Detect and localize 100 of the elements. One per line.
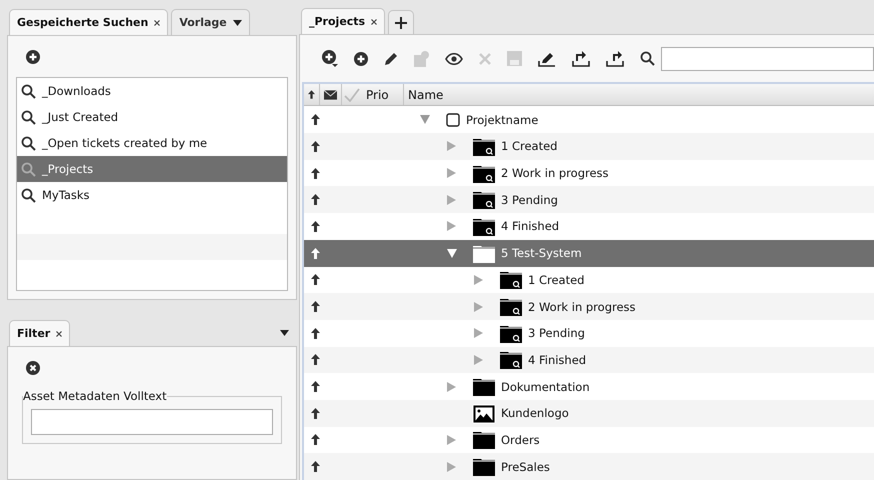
arrow-up-icon [310,248,320,259]
export-icon[interactable] [606,50,624,67]
arrow-up-icon [310,274,320,286]
saved-search-item[interactable]: _Downloads [17,78,287,104]
dropdown-caret-icon[interactable] [280,330,289,336]
close-icon[interactable] [56,330,62,336]
folder-search-icon [473,136,495,156]
tree-item-label: 1 Created [528,272,584,287]
tree-item-label: 4 Finished [528,352,586,367]
new-tab-button[interactable] [388,10,414,34]
expand-triangle-icon[interactable] [447,248,457,258]
save-icon[interactable] [507,51,522,66]
tree-row[interactable]: 3 Pending [304,186,874,214]
expand-triangle-icon[interactable] [420,115,430,124]
tree-row[interactable]: Kundenlogo [304,400,874,427]
collapse-triangle-icon[interactable] [474,354,483,365]
eye-icon[interactable] [445,52,463,65]
collapse-triangle-icon[interactable] [447,462,456,472]
plus-icon [395,16,408,29]
add-menu-icon[interactable] [322,50,338,68]
collapse-triangle-icon[interactable] [474,302,483,312]
search-icon [640,51,655,66]
edit-icon[interactable] [538,50,556,67]
panel-tab[interactable]: Gespeicherte Suchen [9,9,168,35]
saved-search-item[interactable]: MyTasks [17,182,287,208]
tree-item-label: 5 Test-System [501,246,582,260]
add-icon[interactable] [354,52,368,66]
tree-item-label: Kundenlogo [501,406,569,420]
column-header[interactable]: Prio [362,84,404,106]
tree-item-label: PreSales [501,460,550,474]
document-tab[interactable]: _Projects [301,8,386,34]
tree-row[interactable]: Orders [304,426,874,454]
folder-search-icon [473,190,495,210]
arrow-up-icon [310,328,320,339]
folder-search-icon [500,270,522,290]
folder-search-icon [473,216,495,236]
collapse-triangle-icon[interactable] [447,141,456,152]
dropdown-caret-icon[interactable] [232,20,242,26]
folder-icon [473,430,495,450]
tree-item-label: Orders [501,432,540,447]
tree-item-label: 4 Finished [501,219,560,234]
arrow-up-icon [310,168,320,179]
remove-icon[interactable] [26,361,40,375]
fulltext-input-field[interactable] [31,409,273,435]
arrow-up-icon [310,194,320,206]
collapse-triangle-icon[interactable] [447,434,456,445]
tree-item-label: 3 Pending [528,326,585,340]
collapse-triangle-icon[interactable] [474,274,483,285]
search-icon [21,136,36,151]
tree-item-label: 3 Pending [501,192,558,207]
collapse-triangle-icon[interactable] [447,382,456,392]
add-icon[interactable] [26,50,40,64]
arrow-up-icon [310,301,320,312]
pencil-icon[interactable] [384,52,398,66]
collapse-triangle-icon[interactable] [474,328,483,338]
folder-search-icon [500,324,522,343]
folder-icon [473,377,495,396]
close-icon[interactable] [371,18,378,25]
import-icon[interactable] [572,50,590,67]
fieldset-label: Asset Metadaten Volltext [23,389,167,403]
panel-tab[interactable]: Vorlage [171,9,250,35]
tree-row[interactable]: 2 Work in progress [304,293,874,320]
column-header[interactable]: Name [404,84,874,106]
arrow-up-icon [310,114,320,126]
delete-icon[interactable] [479,52,491,65]
tree-row[interactable]: 4 Finished [304,346,874,374]
search-icon [21,84,36,99]
folder-search-icon [500,297,522,316]
search-icon [21,162,36,177]
folder-icon [473,244,495,263]
saved-search-item[interactable]: _Open tickets created by me [17,130,287,156]
tree-item-label: 2 Work in progress [501,166,609,180]
arrow-up-icon [308,89,315,100]
tree-row[interactable]: 1 Created [304,133,874,160]
arrow-up-icon [310,408,320,419]
search-icon [21,188,36,203]
arrow-up-icon [310,220,320,232]
checkbox-icon [446,112,460,127]
collapse-triangle-icon[interactable] [447,194,456,205]
arrow-up-icon [310,140,320,152]
arrow-up-icon [310,381,320,392]
saved-search-item[interactable]: _Projects [17,156,287,182]
arrow-up-icon [310,461,320,472]
checkmark-icon [344,88,360,102]
tree-row[interactable]: 5 Test-System [304,240,874,266]
saved-search-item[interactable]: _Just Created [17,104,287,130]
close-icon[interactable] [154,20,160,26]
tree-row[interactable]: PreSales [304,453,874,480]
collapse-triangle-icon[interactable] [447,168,456,178]
folder-search-icon [500,350,522,370]
panel-tab[interactable]: Filter [9,320,70,346]
folder-search-icon [473,164,495,183]
search-field[interactable] [661,46,874,71]
tree-item-label: 2 Work in progress [528,300,636,314]
arrow-up-icon [310,434,320,446]
image-icon [473,404,495,423]
tree-item-label: 1 Created [501,139,558,154]
tree-item-label: Projektname [466,112,538,127]
search-icon [21,110,36,125]
collapse-triangle-icon[interactable] [447,221,456,232]
